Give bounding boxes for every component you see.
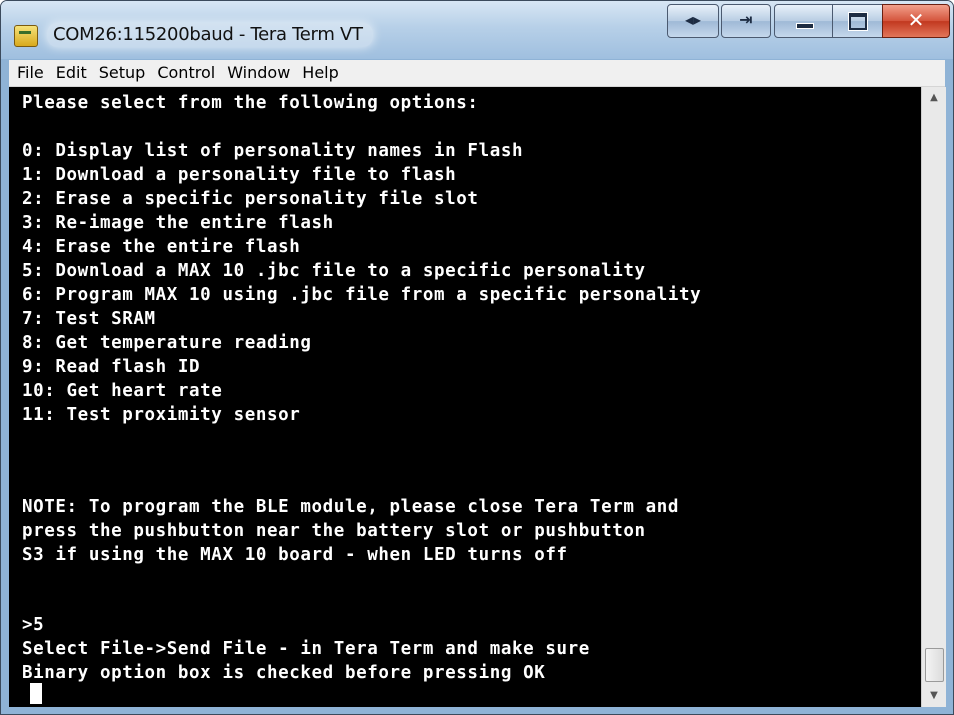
terminal-line: 3: Re-image the entire flash <box>22 213 334 233</box>
terminal-line: 6: Program MAX 10 using .jbc file from a… <box>22 285 702 305</box>
terminal-line: 11: Test proximity sensor <box>22 405 301 425</box>
minimize-button[interactable] <box>774 4 834 38</box>
terminal-line: >5 <box>22 615 45 635</box>
minimize-icon <box>796 23 814 29</box>
move-window-button[interactable]: ◂▸ <box>667 4 719 38</box>
terminal-line: press the pushbutton near the battery sl… <box>22 521 646 541</box>
terminal-line: S3 if using the MAX 10 board - when LED … <box>22 545 568 565</box>
arrows-icon: ◂▸ <box>684 10 702 29</box>
menu-file[interactable]: File <box>9 60 50 86</box>
title-bar[interactable]: COM26:115200baud - Tera Term VT ◂▸ ⇥ ✕ <box>1 1 953 59</box>
terminal-line: 8: Get temperature reading <box>22 333 312 353</box>
terminal-line: 2: Erase a specific personality file slo… <box>22 189 479 209</box>
close-button[interactable]: ✕ <box>882 4 950 38</box>
vertical-scrollbar[interactable]: ▲ ▼ <box>921 87 946 707</box>
close-icon: ✕ <box>907 8 925 32</box>
terminal-line: NOTE: To program the BLE module, please … <box>22 497 680 517</box>
menu-control[interactable]: Control <box>151 60 221 86</box>
terminal-screen[interactable]: Please select from the following options… <box>9 87 921 707</box>
maximize-button[interactable] <box>832 4 884 38</box>
tera-term-window: COM26:115200baud - Tera Term VT ◂▸ ⇥ ✕ F… <box>0 0 954 715</box>
terminal-line: 0: Display list of personality names in … <box>22 141 524 161</box>
scroll-down-icon[interactable]: ▼ <box>922 685 946 707</box>
menu-bar: File Edit Setup Control Window Help <box>9 60 945 87</box>
menu-edit[interactable]: Edit <box>50 60 93 86</box>
scroll-up-icon[interactable]: ▲ <box>922 87 946 109</box>
terminal-line: Select File->Send File - in Tera Term an… <box>22 639 590 659</box>
terminal-line: Binary option box is checked before pres… <box>22 663 546 683</box>
terminal-line: Please select from the following options… <box>22 93 479 113</box>
menu-help[interactable]: Help <box>296 60 344 86</box>
send-icon: ⇥ <box>739 10 753 29</box>
terminal-line: 5: Download a MAX 10 .jbc file to a spec… <box>22 261 646 281</box>
terminal-line: 4: Erase the entire flash <box>22 237 301 257</box>
send-to-button[interactable]: ⇥ <box>721 4 771 38</box>
scroll-thumb[interactable] <box>925 648 944 682</box>
menu-setup[interactable]: Setup <box>93 60 152 86</box>
terminal-line: 1: Download a personality file to flash <box>22 165 457 185</box>
menu-window[interactable]: Window <box>221 60 296 86</box>
terminal-line: 9: Read flash ID <box>22 357 201 377</box>
terminal-line: 10: Get heart rate <box>22 381 223 401</box>
terminal-cursor <box>30 683 42 704</box>
maximize-icon <box>849 13 867 30</box>
window-title: COM26:115200baud - Tera Term VT <box>47 23 373 47</box>
terminal-line: 7: Test SRAM <box>22 309 156 329</box>
tera-term-app-icon[interactable] <box>14 25 38 47</box>
